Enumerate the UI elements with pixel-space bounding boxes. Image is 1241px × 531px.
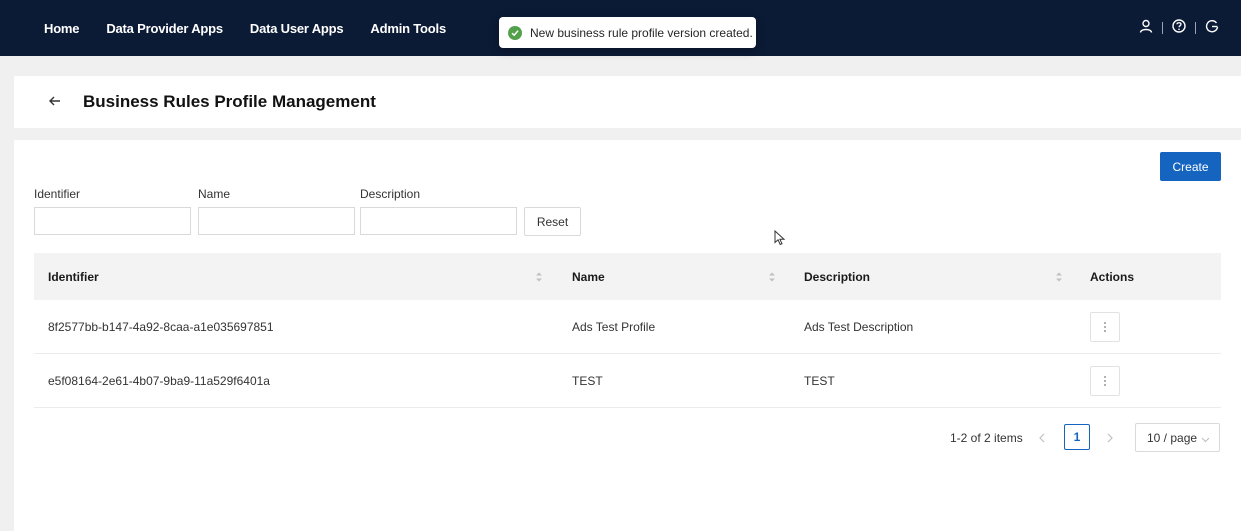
toast-message: New business rule profile version create… — [530, 25, 753, 40]
page-size-value: 10 / page — [1147, 430, 1198, 445]
more-vertical-icon — [1104, 322, 1106, 332]
column-header-identifier[interactable]: Identifier — [48, 253, 99, 300]
more-vertical-icon — [1104, 376, 1106, 386]
chevron-left-icon[interactable] — [1032, 424, 1052, 452]
identifier-filter-label: Identifier — [34, 187, 81, 201]
user-icon[interactable] — [1139, 19, 1153, 38]
page-title: Business Rules Profile Management — [83, 92, 376, 111]
row-actions-button[interactable] — [1090, 312, 1120, 342]
success-toast: New business rule profile version create… — [499, 17, 756, 48]
reset-button[interactable]: Reset — [524, 207, 581, 236]
top-icons — [1139, 0, 1219, 56]
create-button[interactable]: Create — [1160, 152, 1221, 181]
cell-description: TEST — [804, 374, 835, 388]
check-circle-icon — [508, 25, 522, 40]
description-filter-input[interactable] — [360, 207, 517, 235]
table-header: Identifier Name Description Actions — [34, 253, 1221, 300]
nav-item-data-provider-apps[interactable]: Data Provider Apps — [106, 21, 223, 36]
cell-description: Ads Test Description — [804, 320, 914, 334]
column-header-description[interactable]: Description — [804, 253, 870, 300]
logout-icon[interactable] — [1205, 19, 1219, 38]
page-size-select[interactable]: 10 / page — [1135, 423, 1220, 452]
pagination-current-page[interactable]: 1 — [1064, 424, 1090, 450]
sort-icon[interactable] — [768, 270, 776, 284]
identifier-filter-input[interactable] — [34, 207, 191, 235]
page-header: Business Rules Profile Management — [14, 76, 1241, 128]
column-header-actions: Actions — [1090, 269, 1135, 284]
divider — [1162, 22, 1163, 34]
name-filter-input[interactable] — [198, 207, 355, 235]
cell-identifier: 8f2577bb-b147-4a92-8caa-a1e035697851 — [48, 320, 274, 334]
name-filter-label: Name — [198, 187, 231, 201]
main-content: Create Identifier Name Description Reset… — [14, 140, 1241, 531]
divider — [1195, 22, 1196, 34]
nav-item-admin-tools[interactable]: Admin Tools — [370, 21, 446, 36]
mouse-cursor-icon — [774, 229, 786, 246]
chevron-right-icon[interactable] — [1100, 424, 1120, 452]
cell-name: Ads Test Profile — [572, 320, 656, 334]
sort-icon[interactable] — [535, 270, 543, 284]
cell-name: TEST — [572, 374, 603, 388]
description-filter-label: Description — [360, 187, 421, 201]
nav-item-home[interactable]: Home — [44, 21, 80, 36]
table-row[interactable]: 8f2577bb-b147-4a92-8caa-a1e035697851 Ads… — [34, 300, 1221, 354]
help-icon[interactable] — [1172, 18, 1186, 38]
chevron-down-icon — [1201, 433, 1210, 443]
row-actions-button[interactable] — [1090, 366, 1120, 396]
main-nav: Home Data Provider Apps Data User Apps A… — [44, 0, 473, 56]
nav-item-data-user-apps[interactable]: Data User Apps — [250, 21, 344, 36]
table-row[interactable]: e5f08164-2e61-4b07-9ba9-11a529f6401a TES… — [34, 354, 1221, 408]
sort-icon[interactable] — [1055, 270, 1063, 284]
column-header-name[interactable]: Name — [572, 253, 605, 300]
cell-identifier: e5f08164-2e61-4b07-9ba9-11a529f6401a — [48, 374, 270, 388]
pagination-summary: 1-2 of 2 items — [950, 431, 1023, 445]
arrow-left-icon[interactable] — [45, 91, 65, 111]
